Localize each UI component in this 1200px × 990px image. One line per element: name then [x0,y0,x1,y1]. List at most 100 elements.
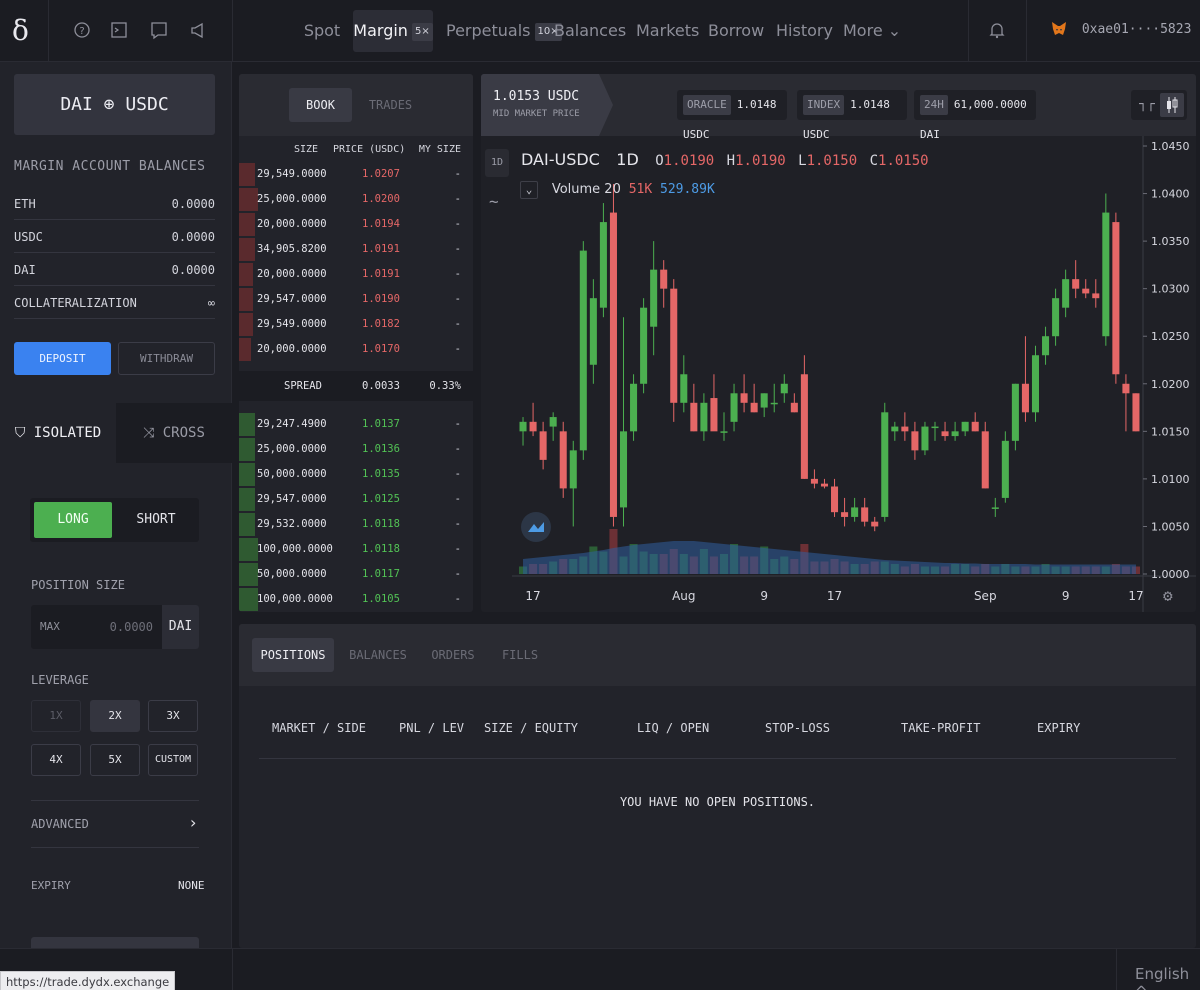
depth-bar [239,513,255,536]
ask-row[interactable]: 25,000.0000 1.0200 - [239,187,473,212]
divider [1026,0,1027,62]
leverage-5x[interactable]: 5X [90,744,140,776]
withdraw-button[interactable]: WITHDRAW [118,342,215,375]
candle-body [690,402,698,432]
bid-row[interactable]: 50,000.0000 1.0135 - [239,462,473,487]
positions-panel: POSITIONS BALANCES ORDERS FILLS MARKET /… [239,624,1196,948]
short-button[interactable]: SHORT [116,502,196,538]
candles-icon[interactable] [1160,93,1184,117]
nav-markets[interactable]: Markets [636,10,699,52]
candle-body [911,431,919,451]
depth-chart-icon[interactable]: ┐┌ [1135,93,1159,117]
deposit-button[interactable]: DEPOSIT [14,342,111,375]
tab-book[interactable]: BOOK [289,88,352,122]
x-tick-label: 17 [1128,589,1143,603]
nav-history[interactable]: History [776,10,833,52]
bid-row[interactable]: 25,000.0000 1.0136 - [239,437,473,462]
tab-balances[interactable]: BALANCES [343,638,413,672]
leverage-custom[interactable]: CUSTOM [148,744,198,776]
bid-row[interactable]: 29,247.4900 1.0137 - [239,412,473,437]
chart-plot-area[interactable]: 1.0450 1.0400 1.0350 1.0300 1.0250 1.0200 1.01… [481,136,1196,612]
leverage-3x[interactable]: 3X [148,700,198,732]
ask-row[interactable]: 20,000.0000 1.0191 - [239,262,473,287]
tab-isolated[interactable]: ⛉ ISOLATED [0,403,116,463]
bell-icon[interactable] [988,20,1006,40]
close-value: 1.0150 [878,153,929,169]
ask-row[interactable]: 34,905.8200 1.0191 - [239,237,473,262]
tradingview-logo[interactable] [521,512,551,542]
tab-fills[interactable]: FILLS [495,638,545,672]
tab-cross[interactable]: ⤨ CROSS [116,403,232,463]
order-price: 1.0135 [362,468,400,480]
nav-margin[interactable]: Margin 5× [353,10,433,52]
depth-bar [239,338,251,361]
spread-percent: 0.33% [429,380,461,392]
bid-row[interactable]: 29,532.0000 1.0118 - [239,512,473,537]
expiry-label: EXPIRY [31,879,71,892]
y-tick-label: 1.0400 [1151,188,1190,201]
nav-perpetuals[interactable]: Perpetuals 10× [446,10,562,52]
tab-trades[interactable]: TRADES [359,88,422,122]
tab-orders[interactable]: ORDERS [425,638,481,672]
wallet-address[interactable]: 0xae01····5823 [1050,20,1191,42]
candle-body [851,507,859,517]
megaphone-icon[interactable] [189,20,207,40]
chat-icon[interactable] [150,20,168,40]
help-icon[interactable]: ? [73,20,91,40]
advanced-toggle[interactable]: ADVANCED [31,817,89,831]
candle-body [569,450,577,489]
currency-selector[interactable]: DAI [162,605,199,649]
language-selector[interactable]: English ^ [1135,965,1200,990]
settings-icon[interactable]: ⚙ [1163,586,1173,605]
nav-borrow[interactable]: Borrow [708,10,764,52]
high-value: 1.0190 [735,153,786,169]
my-size: - [454,193,461,205]
order-size: 50,000.0000 [257,568,327,580]
col-take-profit: TAKE-PROFIT [901,721,981,735]
candle-body [800,374,808,479]
max-button[interactable]: MAX [40,620,60,633]
leverage-2x[interactable]: 2X [90,700,140,732]
dydx-logo[interactable]: δ [12,14,34,48]
col-pnl-lev: PNL / LEV [399,721,465,735]
terminal-icon[interactable] [110,20,128,40]
order-price: 1.0125 [362,493,400,505]
bid-row[interactable]: 29,547.0000 1.0125 - [239,487,473,512]
volume-legend: ⌄ Volume 20 51K 529.89K [520,181,715,199]
place-order-button[interactable] [31,937,199,948]
candle-body [961,421,969,432]
ask-row[interactable]: 29,549.0000 1.0182 - [239,312,473,337]
candle-body [700,402,708,432]
ask-row[interactable]: 29,547.0000 1.0190 - [239,287,473,312]
candle-body [720,431,728,433]
leverage-1x[interactable]: 1X [31,700,81,732]
nav-spot[interactable]: Spot [298,10,346,52]
metamask-fox-icon [1050,20,1068,38]
candle-body [650,269,658,327]
chevron-right-icon[interactable]: › [190,813,196,832]
ask-row[interactable]: 20,000.0000 1.0170 - [239,337,473,362]
ask-row[interactable]: 20,000.0000 1.0194 - [239,212,473,237]
collapse-legend-icon[interactable]: ⌄ [520,181,538,199]
bid-row[interactable]: 100,000.0000 1.0118 - [239,537,473,562]
expiry-value[interactable]: NONE [178,879,205,892]
ask-row[interactable]: 29,549.0000 1.0207 - [239,162,473,187]
nav-balances[interactable]: Balances [554,10,626,52]
bid-row[interactable]: 100,000.0000 1.0105 - [239,587,473,612]
leverage-4x[interactable]: 4X [31,744,81,776]
tab-positions[interactable]: POSITIONS [252,638,334,672]
long-button[interactable]: LONG [34,502,112,538]
nav-more[interactable]: More ⌄ [843,10,901,52]
position-size-input[interactable]: MAX 0.0000 DAI [31,605,199,649]
bid-row[interactable]: 50,000.0000 1.0117 - [239,562,473,587]
divider [259,758,1176,759]
y-tick-label: 1.0150 [1151,425,1190,438]
my-size: - [454,218,461,230]
chart-header: 1.0153 USDC MID MARKET PRICE ORACLE 1.014… [481,74,1196,141]
depth-bar [239,563,258,586]
depth-bar [239,463,255,486]
market-selector[interactable]: DAI ⊕ USDC [14,74,215,135]
x-tick-label: Sep [974,589,997,603]
x-tick-label: 9 [1062,589,1070,603]
book-header: SIZE PRICE (USDC) MY SIZE [239,144,473,160]
